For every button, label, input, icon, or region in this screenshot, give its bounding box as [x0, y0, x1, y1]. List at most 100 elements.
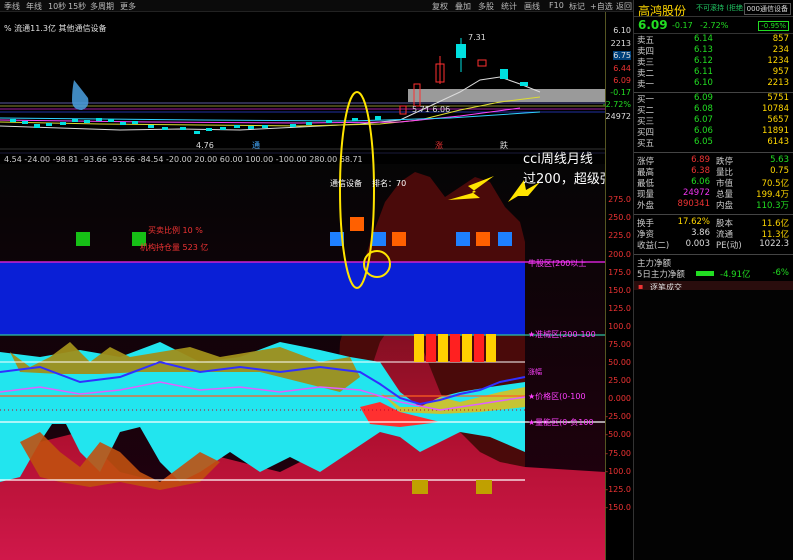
stat-key: 内盘 [716, 201, 734, 211]
axis-label: -25.00 [605, 412, 631, 421]
toolbar-item-season[interactable]: 季线 [4, 1, 20, 12]
stat-row: 净资 3.86 流通 11.3亿 [634, 228, 793, 240]
ask-volume: 957 [772, 67, 789, 77]
ask-row: 卖五 6.14 857 [634, 34, 793, 46]
blue-marker [372, 232, 386, 246]
ask-price: 6.10 [694, 78, 713, 88]
toolbar-item-add-watchlist[interactable]: +自选 [590, 1, 613, 12]
last-price: 6.09 [638, 18, 668, 32]
axis-label: 75.00 [608, 340, 631, 349]
stat-row: 换手 17.62% 股本 11.6亿 [634, 217, 793, 229]
stat-value: 110.3万 [756, 201, 789, 211]
stat-key: PE(动) [716, 241, 742, 251]
stat-value: 17.62% [677, 217, 710, 227]
svg-text:过200，超级强势: 过200，超级强势 [523, 171, 605, 187]
axis-label: -2.72% [602, 100, 631, 109]
mainflow-label: 5日主力净额 [637, 270, 685, 280]
toolbar-item-15s[interactable]: 15秒 [68, 1, 86, 12]
bid-volume: 10784 [761, 104, 789, 114]
ask-price: 6.14 [694, 34, 713, 44]
stat-value: 5.63 [770, 155, 789, 165]
orange-marker [392, 232, 406, 246]
axis-label: 6.75 [613, 51, 631, 60]
axis-label: 200.0 [608, 250, 631, 259]
axis-label: 275.0 [608, 195, 631, 204]
ask-price: 6.12 [694, 56, 713, 66]
signal-bar [450, 334, 460, 362]
axis-label: 0.000 [608, 394, 631, 403]
signal-bar [462, 334, 472, 362]
ask-volume: 234 [772, 45, 789, 55]
axis-label: 50.00 [608, 358, 631, 367]
axis-label: 24972 [605, 112, 631, 121]
stat-row: 外盘 890341 内盘 110.3万 [634, 199, 793, 211]
axis-label: -100.0 [605, 467, 631, 476]
stat-value: 0.003 [685, 239, 710, 249]
toolbar-item-overlay[interactable]: 叠加 [455, 1, 471, 12]
bid-row: 买四 6.06 11891 [634, 126, 793, 138]
svg-text:7.31: 7.31 [468, 33, 486, 42]
axis-label: 125.0 [608, 304, 631, 313]
bid-label: 买五 [637, 139, 655, 149]
axis-label: -50.00 [605, 430, 631, 439]
stat-row: 涨停 6.89 跌停 5.63 [634, 155, 793, 167]
quote-panel: 高鸿股份 不可滚持 (拒绝) 000通信设备 6.09 -0.17 -2.72%… [633, 0, 793, 560]
svg-text:排名：70: 排名：70 [372, 178, 406, 188]
svg-text:★价格区(0-100: ★价格区(0-100 [528, 391, 586, 401]
svg-text:机构持仓量 523 亿: 机构持仓量 523 亿 [140, 242, 208, 252]
orange-marker [476, 232, 490, 246]
ask-book: 卖五 6.14 857 卖四 6.13 234 卖三 6.12 1234 卖二 6.11 957… [634, 34, 793, 90]
bid-book: 买一 6.09 5751 买二 6.08 10784 买三 6.07 5657 买四 6.06… [634, 93, 793, 149]
bid-price: 6.05 [694, 137, 713, 147]
svg-text:★准械区(200-100: ★准械区(200-100 [528, 329, 596, 339]
chart-area[interactable]: 5.71 6.06 7.31 4.76 % 流通11.3亿 其他通信设备 通 涨… [0, 12, 605, 560]
svg-text:涨: 涨 [435, 140, 443, 150]
toolbar-item-more[interactable]: 更多 [120, 1, 136, 12]
svg-text:跌: 跌 [500, 140, 508, 150]
kline-pane: 5.71 6.06 7.31 4.76 % 流通11.3亿 其他通信设备 通 涨… [0, 23, 605, 154]
toolbar-item-multi-period[interactable]: 多周期 [90, 1, 114, 12]
svg-text:通: 通 [252, 140, 260, 150]
signal-bar [486, 334, 496, 362]
stat-key: 外盘 [637, 201, 655, 211]
panel-empty-area [634, 290, 793, 560]
stat-value: 6.89 [691, 155, 710, 165]
toolbar-item-draw[interactable]: 画线 [524, 1, 540, 12]
toolbar-item-f10[interactable]: F10 [549, 1, 564, 10]
mainflow-value: -4.91亿 [720, 270, 751, 280]
sector-button[interactable]: 000通信设备 [743, 3, 791, 15]
axis-label: 250.0 [608, 213, 631, 222]
stock-subtitle: 不可滚持 (拒绝) [696, 4, 746, 12]
blue-marker [498, 232, 512, 246]
axis-label: -150.0 [605, 503, 631, 512]
chart-canvas: 5.71 6.06 7.31 4.76 % 流通11.3亿 其他通信设备 通 涨… [0, 23, 605, 560]
bid-price: 6.08 [694, 104, 713, 114]
status-badge: -0.95% [758, 21, 789, 31]
ask-label: 卖一 [637, 80, 655, 90]
volume-signal [412, 480, 428, 494]
toolbar-item-year[interactable]: 年线 [26, 1, 42, 12]
ask-row: 卖三 6.12 1234 [634, 56, 793, 68]
ask-volume: 1234 [767, 56, 789, 66]
toolbar-item-multi-stock[interactable]: 多股 [478, 1, 494, 12]
toolbar-item-10s[interactable]: 10秒 [48, 1, 66, 12]
axis-label: 225.0 [608, 231, 631, 240]
stat-value: 0.75 [770, 166, 789, 176]
toolbar-item-mark[interactable]: 标记 [569, 1, 585, 12]
toolbar-item-stats[interactable]: 统计 [501, 1, 517, 12]
bid-price: 6.07 [694, 115, 713, 125]
bid-price: 6.06 [694, 126, 713, 136]
bid-volume: 11891 [761, 126, 789, 136]
ask-row: 卖四 6.13 234 [634, 45, 793, 57]
blue-marker [456, 232, 470, 246]
ask-price: 6.13 [694, 45, 713, 55]
stat-value: 24972 [682, 188, 710, 198]
stat-value: 6.06 [691, 177, 710, 187]
toolbar-item-restore-rights[interactable]: 复权 [432, 1, 448, 12]
svg-text:4.76: 4.76 [196, 141, 214, 150]
mainflow-bar [696, 271, 714, 276]
axis-label: 25.00 [608, 376, 631, 385]
green-marker [76, 232, 90, 246]
toolbar-item-back[interactable]: 返回 [616, 1, 632, 12]
bid-volume: 5657 [767, 115, 789, 125]
